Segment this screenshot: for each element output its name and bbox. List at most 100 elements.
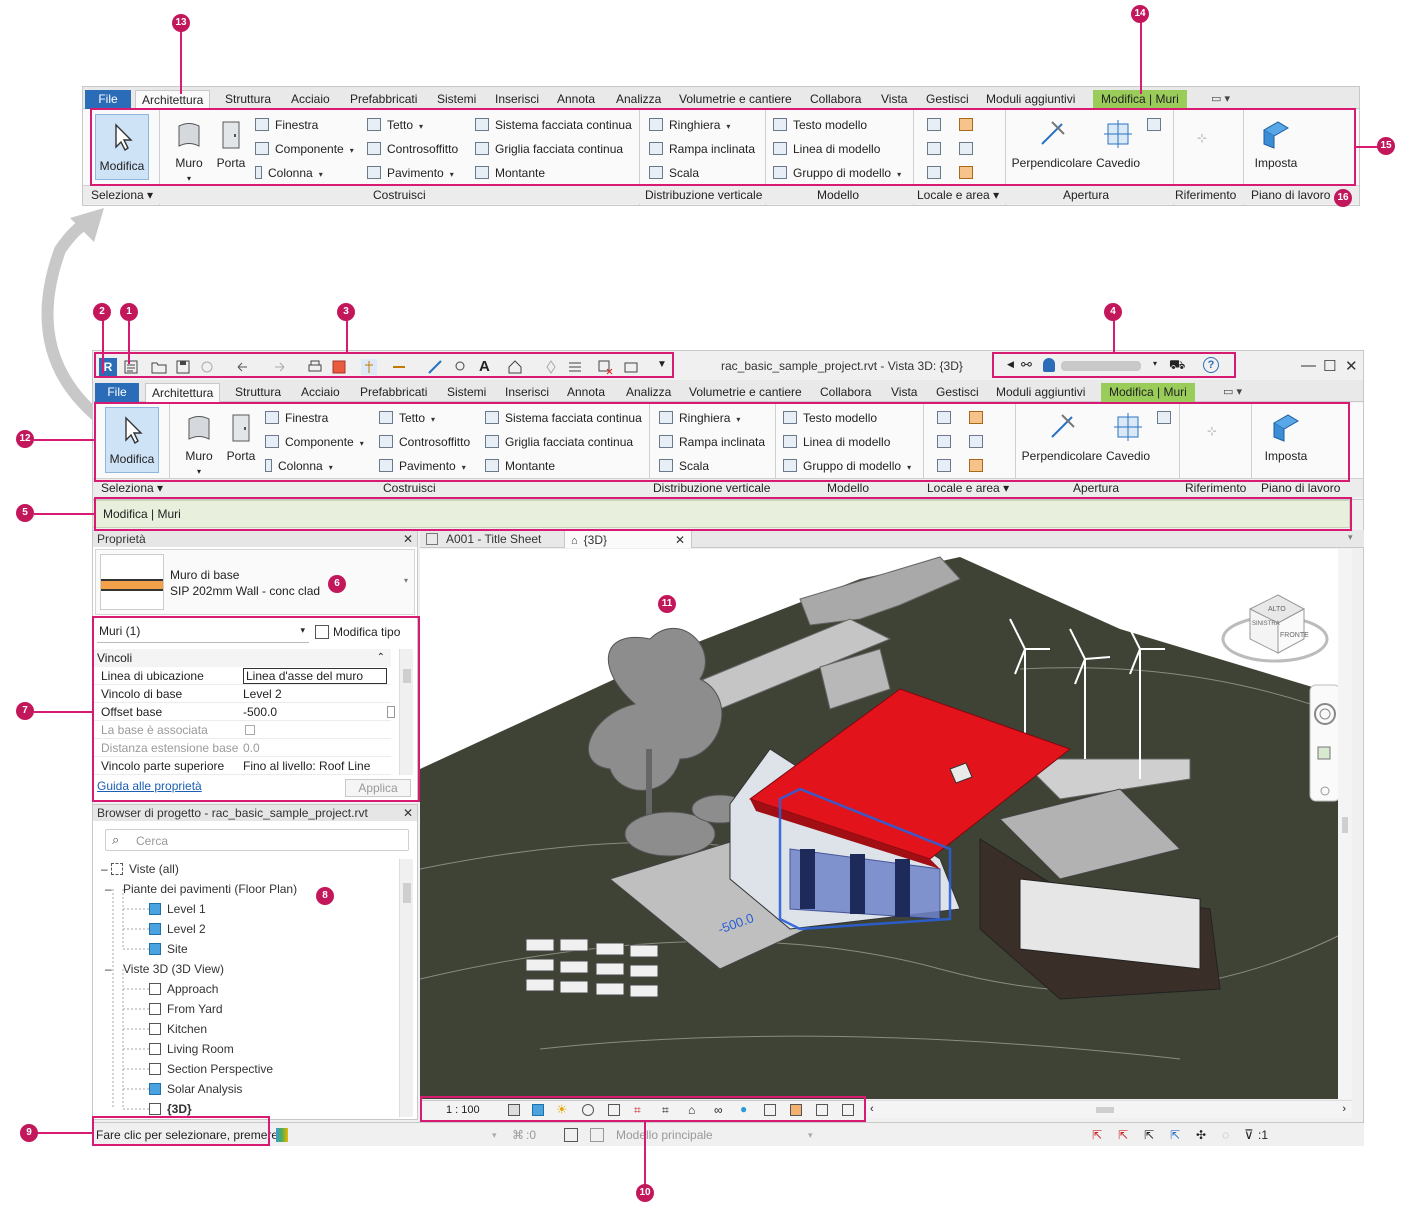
temporary-hide-icon[interactable]: ∞ (714, 1103, 723, 1117)
maximize-button[interactable]: ☐ (1323, 357, 1336, 375)
reference-tools[interactable]: ⊹ (1197, 128, 1207, 148)
tab-prefabbricati[interactable]: Prefabbricati (350, 90, 417, 109)
select-underlay-icon[interactable]: ⇱ (1118, 1123, 1128, 1147)
opening-tools[interactable] (1147, 115, 1163, 179)
model-line-button[interactable]: Linea di modello (773, 139, 880, 159)
ramp-button[interactable]: Rampa inclinata (649, 139, 755, 159)
mullion-button-main[interactable]: Montante (485, 456, 555, 476)
tab-gestisci-main[interactable]: Gestisci (936, 383, 979, 402)
close-view-tab-icon[interactable]: ✕ (675, 531, 685, 549)
close-hidden-windows-icon[interactable] (597, 359, 613, 375)
apply-button[interactable]: Applica (345, 779, 411, 797)
reference-tools-main[interactable]: ⊹ (1207, 421, 1217, 441)
panel-label-select-main[interactable]: Seleziona ▾ (101, 481, 163, 495)
model-text-button-main[interactable]: Testo modello (783, 408, 877, 428)
temporary-properties-icon[interactable] (764, 1104, 776, 1116)
tab-title-sheet[interactable]: A001 - Title Sheet (426, 530, 541, 548)
tab-architettura[interactable]: Architettura (135, 90, 211, 109)
workset-dropdown-icon[interactable]: ▾ (492, 1123, 497, 1147)
set-workplane-button[interactable]: Imposta (1251, 118, 1301, 170)
prop-row[interactable]: Linea di ubicazione Linea d'asse del muro (93, 667, 391, 685)
tab-annota[interactable]: Annota (557, 90, 595, 109)
tab-collabora-main[interactable]: Collabora (820, 383, 871, 402)
area-tools-main[interactable] (937, 432, 989, 452)
rendering-icon[interactable] (608, 1104, 620, 1116)
perpendicular-button-main[interactable]: Perpendicolare (1021, 411, 1103, 463)
instance-filter[interactable]: Muri (1) ▾ (97, 621, 309, 643)
mullion-button[interactable]: Montante (475, 163, 545, 183)
binoculars-icon[interactable]: ⚯ (1021, 357, 1032, 373)
section-icon[interactable] (543, 359, 559, 375)
set-workplane-button-main[interactable]: Imposta (1261, 411, 1311, 463)
stair-button[interactable]: Scala (649, 163, 699, 183)
shadows-icon[interactable] (582, 1104, 594, 1116)
tab-struttura-main[interactable]: Struttura (235, 383, 281, 402)
type-dropdown-icon[interactable]: ▾ (404, 576, 408, 585)
tab-inserisci[interactable]: Inserisci (495, 90, 539, 109)
tag-by-category-icon[interactable] (451, 359, 467, 375)
room-tools[interactable] (927, 115, 979, 135)
reveal-constraints-icon[interactable] (816, 1104, 828, 1116)
tree-leaf-kitchen[interactable]: Kitchen (149, 1019, 207, 1039)
curtain-grid-button[interactable]: Griglia facciata continua (475, 139, 623, 159)
tab-vista-main[interactable]: Vista (891, 383, 917, 402)
model-group-button[interactable]: Gruppo di modello ▾ (773, 163, 901, 183)
user-name-blurred[interactable] (1061, 361, 1141, 371)
constraints-group[interactable]: Vincoli ⌃ (93, 649, 391, 667)
filter-icon[interactable]: ⊽ (1244, 1123, 1254, 1147)
model-text-button[interactable]: Testo modello (773, 115, 867, 135)
main-model-label[interactable]: Modello principale (616, 1123, 713, 1147)
view-tabs-menu-icon[interactable]: ▾ (1348, 532, 1353, 543)
tab-inserisci-main[interactable]: Inserisci (505, 383, 549, 402)
tree-leaf-approach[interactable]: Approach (149, 979, 218, 999)
ceiling-button-main[interactable]: Controsoffitto (379, 432, 470, 452)
tree-leaf-level2[interactable]: Level 2 (149, 919, 206, 939)
tab-moduli-main[interactable]: Moduli aggiuntivi (996, 383, 1085, 402)
prop-row[interactable]: La base è associata (93, 721, 391, 739)
tab-volumetrie[interactable]: Volumetrie e cantiere (679, 90, 792, 109)
window-button-main[interactable]: Finestra (265, 408, 328, 428)
lock-3d-icon[interactable]: ⌂ (688, 1103, 695, 1117)
close-properties-icon[interactable]: ✕ (403, 531, 413, 547)
base-attached-checkbox[interactable] (245, 725, 255, 735)
tab-annota-main[interactable]: Annota (567, 383, 605, 402)
background-process-icon[interactable]: ◌ (1222, 1123, 1229, 1147)
tag-tools[interactable] (927, 163, 979, 183)
tab-gestisci[interactable]: Gestisci (926, 90, 969, 109)
prop-row[interactable]: Offset base -500.0 (93, 703, 395, 721)
design-option-icon[interactable]: ⌘ (512, 1123, 524, 1147)
visual-style-icon[interactable] (532, 1104, 544, 1116)
show-crop-icon[interactable]: ⌗ (662, 1103, 669, 1118)
tab-file[interactable]: File (85, 90, 131, 109)
close-browser-icon[interactable]: ✕ (403, 805, 413, 821)
curtain-grid-button-main[interactable]: Griglia facciata continua (485, 432, 633, 452)
type-selector[interactable]: Muro di base SIP 202mm Wall - conc clad … (95, 549, 415, 615)
detail-level-icon[interactable] (508, 1104, 520, 1116)
browser-scrollbar[interactable] (399, 859, 413, 1117)
shaft-button-main[interactable]: Cavedio (1105, 411, 1151, 463)
tab-volumetrie-main[interactable]: Volumetrie e cantiere (689, 383, 802, 402)
tab-collabora[interactable]: Collabora (810, 90, 861, 109)
tab-modifica-muri-main[interactable]: Modifica | Muri (1101, 383, 1195, 402)
tab-sistemi[interactable]: Sistemi (437, 90, 476, 109)
tab-3d-view[interactable]: ⌂ {3D} ✕ (564, 530, 692, 548)
properties-scrollbar[interactable] (399, 649, 413, 775)
floor-button-main[interactable]: Pavimento ▾ (379, 456, 466, 476)
tree-leaf-section-perspective[interactable]: Section Perspective (149, 1059, 273, 1079)
reveal-hidden-icon[interactable]: ● (740, 1102, 747, 1116)
curtain-system-button-main[interactable]: Sistema facciata continua (485, 408, 642, 428)
dimension-icon[interactable] (391, 359, 407, 375)
qat-customize-icon[interactable]: ▼ (657, 359, 673, 375)
ribbon-display-toggle-main[interactable]: ▭ ▾ (1223, 383, 1242, 402)
tab-analizza-main[interactable]: Analizza (626, 383, 671, 402)
analytical-model-icon[interactable] (842, 1104, 854, 1116)
drag-elements-icon[interactable]: ✣ (1196, 1123, 1206, 1147)
crop-view-icon[interactable]: ⌗ (634, 1103, 641, 1118)
model-group-button-main[interactable]: Gruppo di modello ▾ (783, 456, 911, 476)
worksharing-icon[interactable] (790, 1104, 802, 1116)
properties-help-link[interactable]: Guida alle proprietà (97, 779, 202, 793)
column-button-main[interactable]: Colonna ▾ (265, 456, 333, 476)
offset-spinner[interactable] (387, 706, 395, 718)
floor-button[interactable]: Pavimento ▾ (367, 163, 454, 183)
stair-button-main[interactable]: Scala (659, 456, 709, 476)
